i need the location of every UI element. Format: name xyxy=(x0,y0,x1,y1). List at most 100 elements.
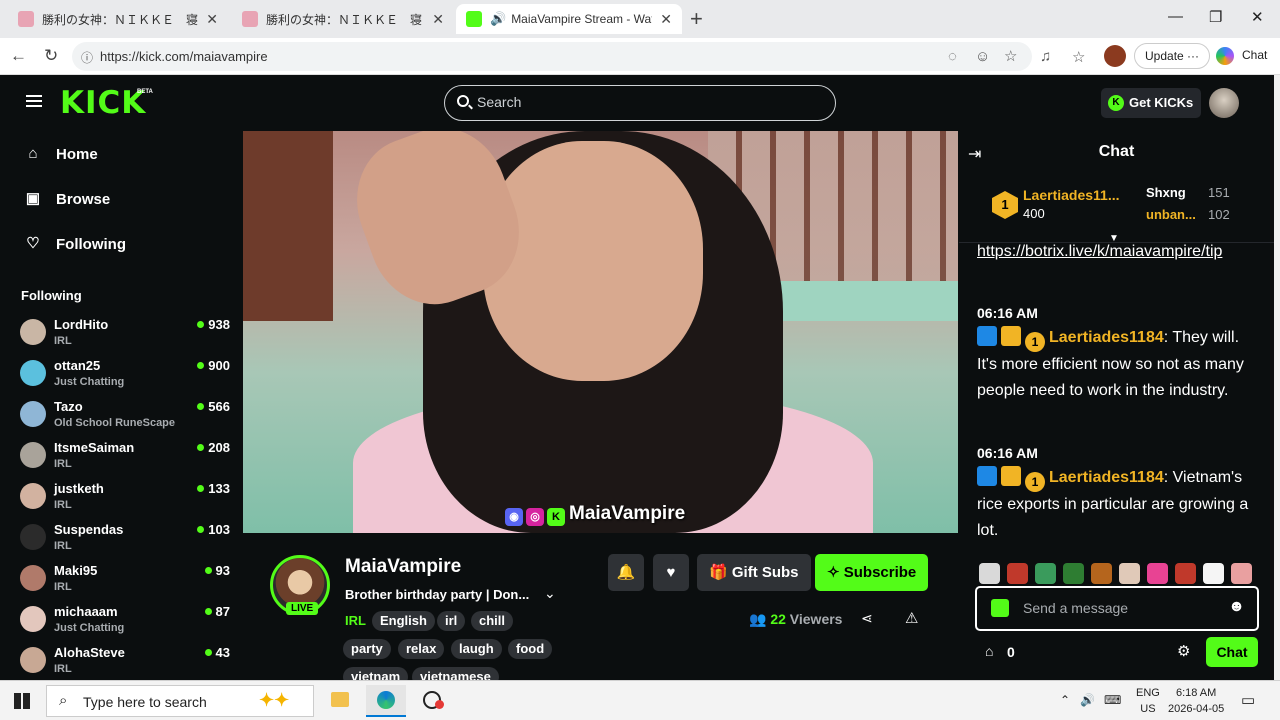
new-tab-icon[interactable]: + xyxy=(690,6,703,32)
leaderboard-user[interactable]: unban... xyxy=(1146,207,1196,222)
gift-icon[interactable] xyxy=(991,599,1009,617)
update-button[interactable]: Update ··· xyxy=(1134,43,1211,69)
taskbar-search[interactable]: ⌕ Type here to search ✦✦ xyxy=(46,685,314,717)
speaker-icon[interactable]: 🔊 xyxy=(490,11,506,27)
windows-start-icon[interactable] xyxy=(14,693,30,709)
video-person-face xyxy=(483,141,703,381)
stream-tag[interactable]: food xyxy=(508,639,553,659)
stream-tag[interactable]: chill xyxy=(471,611,514,631)
emote-icon[interactable] xyxy=(1007,563,1028,584)
gifter-leaderboard: 1 Laertiades11... 400 Shxng 151 unban...… xyxy=(959,171,1274,244)
reload-icon[interactable]: ↻ xyxy=(44,46,58,66)
favorite-star-icon[interactable]: ☆ xyxy=(1004,47,1017,65)
profile-avatar[interactable] xyxy=(1104,45,1126,67)
chat-message-input[interactable] xyxy=(1023,600,1223,616)
stream-tag[interactable]: laugh xyxy=(451,639,502,659)
report-icon[interactable]: ⚠ xyxy=(905,609,918,627)
input-language[interactable]: ENG US xyxy=(1136,685,1160,717)
followed-channel[interactable]: michaaam Just Chatting 87 xyxy=(20,602,230,640)
url-text[interactable]: https://kick.com/maiavampire xyxy=(100,49,268,64)
emote-icon[interactable] xyxy=(1063,563,1084,584)
leaderboard-amount: 102 xyxy=(1208,207,1230,222)
followed-channel[interactable]: ItsmeSaiman IRL 208 xyxy=(20,438,230,476)
stream-tag[interactable]: English xyxy=(372,611,435,631)
stream-tag[interactable]: party xyxy=(343,639,391,659)
close-tab-icon[interactable]: ✕ xyxy=(660,11,672,28)
emote-icon[interactable] xyxy=(1035,563,1056,584)
emote-icon[interactable] xyxy=(1175,563,1196,584)
tracking-prevention-icon[interactable]: ◌ xyxy=(948,48,957,65)
stream-category[interactable]: IRL xyxy=(345,613,366,628)
sidebar-item-home[interactable]: ⌂ Home xyxy=(24,145,97,163)
browser-tab-strip: 勝利の女神：ＮＩＫＫＥ 寝ころびバ ✕ 勝利の女神：ＮＩＫＫＥ 寝ころびバ ✕ … xyxy=(0,0,1280,38)
emote-icon[interactable] xyxy=(1119,563,1140,584)
browser-tab[interactable]: 勝利の女神：ＮＩＫＫＥ 寝ころびバ ✕ xyxy=(232,4,454,34)
followed-channel[interactable]: Tazo Old School RuneScape 566 xyxy=(20,397,230,435)
notification-bell-button[interactable]: 🔔 xyxy=(608,554,644,591)
recorder-app-icon[interactable] xyxy=(412,685,452,717)
kick-logo[interactable]: KICK xyxy=(60,85,146,121)
menu-icon[interactable] xyxy=(26,95,42,107)
search-bar[interactable] xyxy=(444,85,836,121)
keyboard-icon[interactable]: ⌨ xyxy=(1104,693,1121,707)
browser-chat-button[interactable]: Chat xyxy=(1242,48,1267,62)
emote-icon[interactable] xyxy=(1203,563,1224,584)
browser-tab[interactable]: 勝利の女神：ＮＩＫＫＥ 寝ころびバ ✕ xyxy=(8,4,228,34)
stream-tag[interactable]: vietnam xyxy=(343,667,409,680)
kicks-wallet-icon[interactable]: ⌂ xyxy=(985,643,993,659)
leaderboard-user[interactable]: Laertiades11... xyxy=(1023,187,1120,203)
site-info-icon[interactable]: ⓘ xyxy=(81,49,93,66)
stream-tag[interactable]: relax xyxy=(398,639,445,659)
follow-heart-button[interactable]: ♥ xyxy=(653,554,689,591)
share-icon[interactable]: ⋖ xyxy=(861,610,873,627)
send-chat-button[interactable]: Chat xyxy=(1206,637,1258,667)
edge-browser-icon[interactable] xyxy=(366,685,406,717)
video-player[interactable]: ◉ ◎ K MaiaVampire xyxy=(243,131,958,533)
followed-channel[interactable]: Suspendas IRL 103 xyxy=(20,520,230,558)
followed-channel[interactable]: Maki95 IRL 93 xyxy=(20,561,230,599)
sidebar-item-browse[interactable]: ▣ Browse xyxy=(24,190,110,208)
followed-channel[interactable]: justketh IRL 133 xyxy=(20,479,230,517)
system-clock[interactable]: 6:18 AM 2026-04-05 xyxy=(1168,685,1224,717)
minimize-icon[interactable]: — xyxy=(1168,8,1183,25)
browser-tab-active[interactable]: 🔊 MaiaVampire Stream - Watch ✕ xyxy=(456,4,682,34)
followed-channel[interactable]: AlohaSteve IRL 43 xyxy=(20,643,230,680)
leaderboard-user[interactable]: Shxng xyxy=(1146,185,1186,200)
sidebar-item-following[interactable]: ♡ Following xyxy=(24,235,126,253)
media-icon[interactable]: ♫ xyxy=(1040,48,1051,65)
maximize-icon[interactable]: ❐ xyxy=(1209,8,1222,26)
emoji-icon[interactable]: ☻ xyxy=(1228,598,1245,616)
chat-input-box[interactable]: ☻ xyxy=(975,586,1259,631)
stream-tag[interactable]: irl xyxy=(437,611,466,631)
notifications-icon[interactable]: ▭ xyxy=(1241,691,1255,709)
back-icon[interactable]: ← xyxy=(10,46,27,66)
close-tab-icon[interactable]: ✕ xyxy=(206,11,218,28)
close-window-icon[interactable]: ✕ xyxy=(1251,8,1264,26)
chevron-down-icon[interactable]: ⌄ xyxy=(544,585,556,602)
channel-avatar xyxy=(20,360,46,386)
channel-name[interactable]: MaiaVampire xyxy=(345,556,461,578)
emote-icon[interactable] xyxy=(1231,563,1252,584)
copilot-icon[interactable] xyxy=(1216,47,1234,65)
followed-channel[interactable]: LordHito IRL 938 xyxy=(20,315,230,353)
search-input[interactable] xyxy=(477,94,817,110)
emote-icon[interactable] xyxy=(1147,563,1168,584)
close-tab-icon[interactable]: ✕ xyxy=(432,11,444,28)
url-bar[interactable]: ⓘ https://kick.com/maiavampire ◌ ☺ ☆ xyxy=(72,42,1032,71)
stream-tag[interactable]: vietnamese xyxy=(412,667,499,680)
file-explorer-icon[interactable] xyxy=(320,685,360,717)
volume-icon[interactable]: 🔊 xyxy=(1080,693,1095,707)
gear-icon[interactable]: ⚙ xyxy=(1177,642,1190,660)
subscribe-button[interactable]: ✧ Subscribe xyxy=(815,554,929,591)
chat-link[interactable]: https://botrix.live/k/maiavampire/tip xyxy=(977,243,1262,265)
followed-channel[interactable]: ottan25 Just Chatting 900 xyxy=(20,356,230,394)
favorites-icon[interactable]: ☆ xyxy=(1072,48,1085,66)
page-scrollbar[interactable] xyxy=(1274,75,1280,680)
show-hidden-icons-icon[interactable]: ⌃ xyxy=(1060,693,1070,707)
gift-subs-button[interactable]: 🎁 Gift Subs xyxy=(697,554,811,591)
emote-icon[interactable] xyxy=(1091,563,1112,584)
get-kicks-button[interactable]: K Get KICKs xyxy=(1101,88,1202,118)
emote-icon[interactable] xyxy=(979,563,1000,584)
user-avatar[interactable] xyxy=(1209,88,1239,118)
reader-icon[interactable]: ☺ xyxy=(975,48,990,65)
